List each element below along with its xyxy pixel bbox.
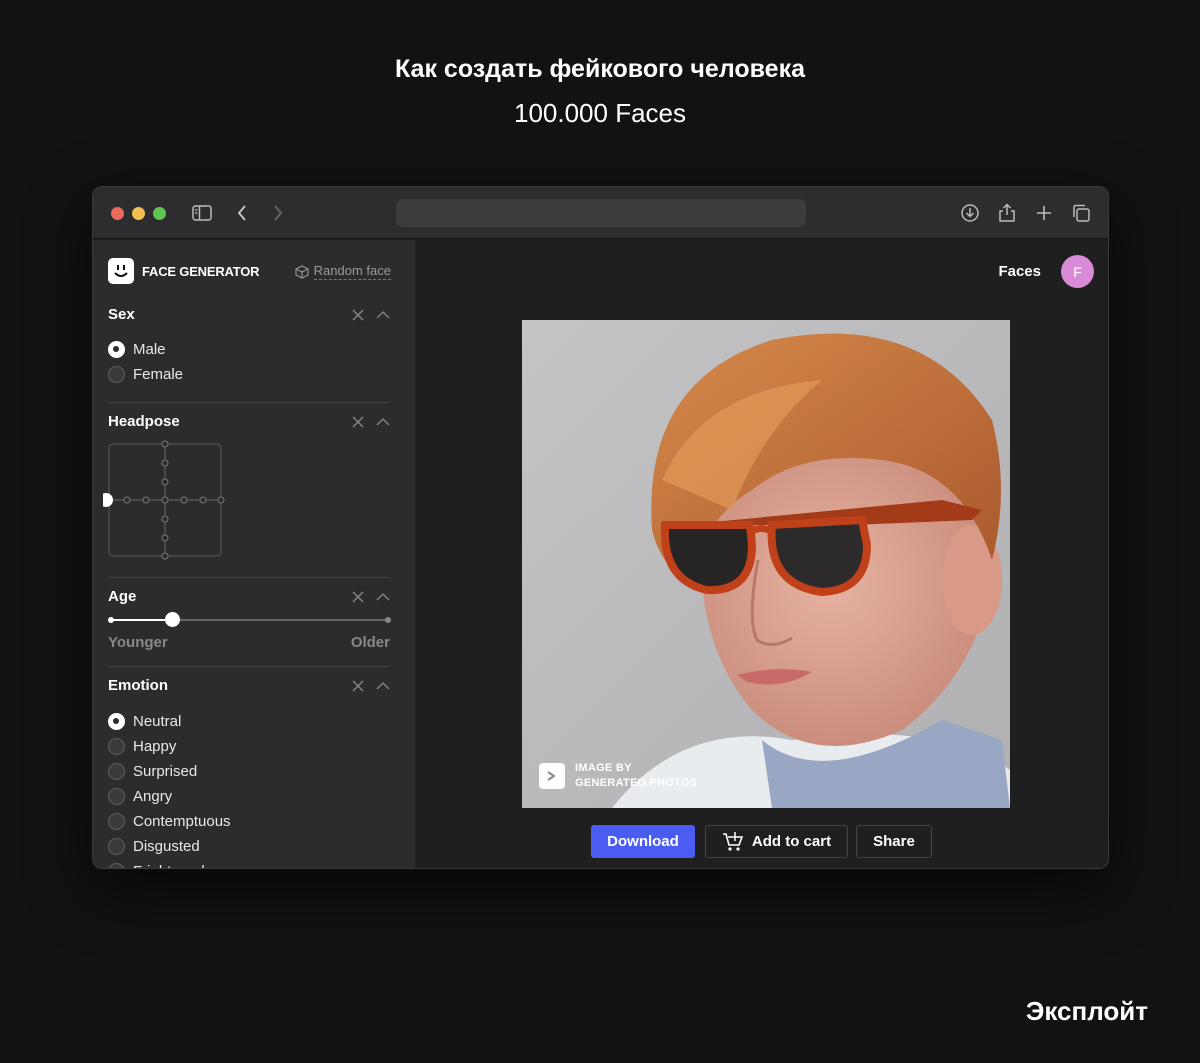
emotion-option-contemptuous[interactable]: Contemptuous xyxy=(108,813,231,830)
address-bar[interactable] xyxy=(396,199,806,227)
radio-label: Surprised xyxy=(133,763,198,780)
random-face-link[interactable]: Random face xyxy=(295,263,391,280)
radio-icon xyxy=(108,341,125,358)
radio-label: Happy xyxy=(133,738,177,755)
page-subtitle: 100.000 Faces xyxy=(513,98,686,128)
radio-icon xyxy=(108,838,125,855)
radio-icon xyxy=(108,788,125,805)
emotion-title: Emotion xyxy=(108,677,168,694)
page-title: Как создать фейкового человека xyxy=(394,55,805,83)
age-min-label: Younger xyxy=(108,634,168,651)
emotion-option-neutral[interactable]: Neutral xyxy=(108,713,181,730)
radio-label: Female xyxy=(133,366,184,383)
clear-icon[interactable] xyxy=(352,591,364,603)
new-tab-icon[interactable] xyxy=(1033,202,1055,224)
emotion-option-surprised[interactable]: Surprised xyxy=(108,763,197,780)
brand-footer: Эксплойт xyxy=(1025,996,1148,1026)
browser-window: FACE GENERATOR Random face Sex Male Fema… xyxy=(92,186,1109,869)
clear-icon[interactable] xyxy=(352,680,364,692)
sex-option-female[interactable]: Female xyxy=(108,366,183,383)
watermark-line1: IMAGE BY xyxy=(575,762,632,774)
minimize-window-button[interactable] xyxy=(132,207,145,220)
divider xyxy=(108,577,390,578)
random-face-label: Random face xyxy=(313,263,391,280)
clear-icon[interactable] xyxy=(352,416,364,428)
radio-icon xyxy=(108,813,125,830)
emotion-option-happy[interactable]: Happy xyxy=(108,738,176,755)
radio-icon xyxy=(108,713,125,730)
filters-sidebar: FACE GENERATOR Random face Sex Male Fema… xyxy=(93,240,415,868)
headpose-title: Headpose xyxy=(108,413,180,430)
add-to-cart-button[interactable]: Add to cart xyxy=(705,825,848,858)
divider xyxy=(108,402,390,403)
headpose-section-header: Headpose xyxy=(108,413,390,430)
emotion-option-frightened[interactable]: Frightened xyxy=(108,863,205,868)
downloads-icon[interactable] xyxy=(959,202,981,224)
app-logo-text: FACE GENERATOR xyxy=(142,263,260,279)
face-logo-icon xyxy=(108,258,134,284)
divider xyxy=(108,666,390,667)
age-slider-handle[interactable] xyxy=(164,612,180,627)
age-section-header: Age xyxy=(108,588,390,605)
browser-toolbar xyxy=(93,187,1108,239)
watermark-line2: GENERATED.PHOTOS xyxy=(575,777,698,789)
radio-label: Frightened xyxy=(133,863,205,868)
sex-section-header: Sex xyxy=(108,306,390,323)
radio-label: Angry xyxy=(133,788,173,805)
radio-label: Neutral xyxy=(133,713,182,730)
sex-option-male[interactable]: Male xyxy=(108,341,166,358)
headpose-grid[interactable] xyxy=(99,440,233,567)
main-content: Faces F IMAGE BY GENERATED.PHOTOS Downlo… xyxy=(415,240,1108,868)
sidebar-toggle-icon[interactable] xyxy=(191,202,213,224)
share-button[interactable]: Share xyxy=(856,825,932,858)
radio-label: Male xyxy=(133,341,166,358)
headpose-handle xyxy=(99,493,113,507)
radio-label: Disgusted xyxy=(133,838,200,855)
radio-icon xyxy=(108,763,125,780)
emotion-option-disgusted[interactable]: Disgusted xyxy=(108,838,200,855)
radio-label: Contemptuous xyxy=(133,813,231,830)
radio-icon xyxy=(108,366,125,383)
collapse-chevron-icon[interactable] xyxy=(376,417,390,427)
generated-photos-logo-icon xyxy=(539,763,565,789)
clear-icon[interactable] xyxy=(352,309,364,321)
age-slider-min-dot xyxy=(108,617,114,623)
radio-icon xyxy=(108,738,125,755)
zoom-window-button[interactable] xyxy=(153,207,166,220)
download-button[interactable]: Download xyxy=(591,825,695,858)
radio-icon xyxy=(108,863,125,868)
image-watermark: IMAGE BY GENERATED.PHOTOS xyxy=(539,761,697,791)
age-max-label: Older xyxy=(350,634,390,651)
emotion-option-angry[interactable]: Angry xyxy=(108,788,172,805)
age-title: Age xyxy=(108,588,137,605)
close-window-button[interactable] xyxy=(111,207,124,220)
cube-icon xyxy=(295,264,309,279)
app-logo[interactable]: FACE GENERATOR xyxy=(108,258,260,284)
sex-title: Sex xyxy=(108,306,135,323)
back-icon[interactable] xyxy=(231,202,253,224)
nav-faces-link[interactable]: Faces xyxy=(998,263,1041,280)
face-portrait-illustration xyxy=(522,320,1010,808)
share-icon[interactable] xyxy=(996,202,1018,224)
forward-icon[interactable] xyxy=(267,202,289,224)
age-slider-fill xyxy=(111,619,172,621)
cart-plus-icon xyxy=(722,831,744,852)
emotion-section-header: Emotion xyxy=(108,677,390,694)
age-slider[interactable] xyxy=(108,612,391,627)
collapse-chevron-icon[interactable] xyxy=(376,310,390,320)
add-to-cart-label: Add to cart xyxy=(751,833,832,850)
tab-overview-icon[interactable] xyxy=(1070,202,1092,224)
age-slider-max-dot xyxy=(385,617,391,623)
collapse-chevron-icon[interactable] xyxy=(376,681,390,691)
collapse-chevron-icon[interactable] xyxy=(376,592,390,602)
generated-face-image: IMAGE BY GENERATED.PHOTOS xyxy=(522,320,1010,808)
avatar[interactable]: F xyxy=(1061,255,1094,288)
